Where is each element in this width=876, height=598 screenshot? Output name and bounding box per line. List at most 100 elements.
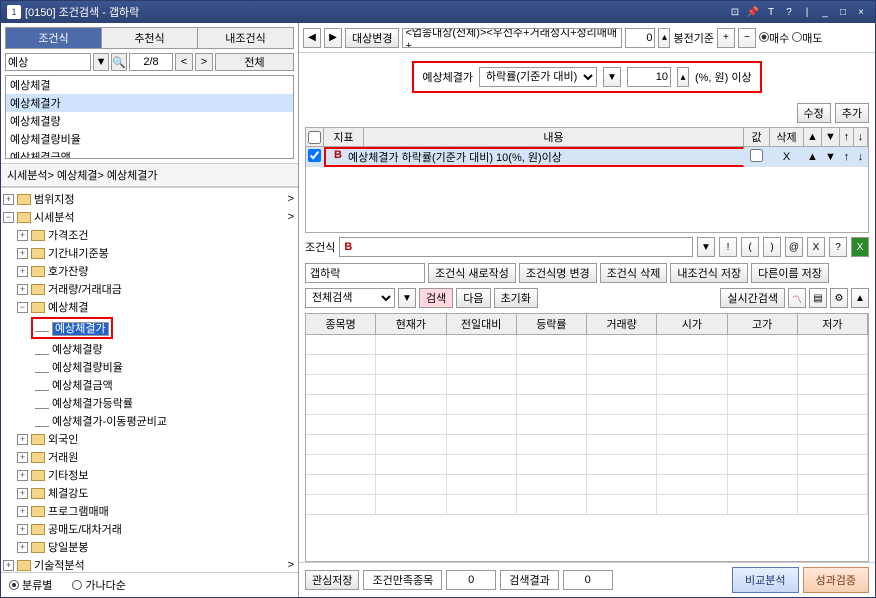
cond-at[interactable]: @ bbox=[785, 237, 803, 257]
list-item[interactable]: 예상체결량비율 bbox=[6, 130, 293, 148]
expand-icon[interactable]: + bbox=[17, 488, 28, 499]
pin-icon[interactable]: ⊡ bbox=[727, 5, 743, 19]
expand-icon[interactable]: + bbox=[17, 434, 28, 445]
row-delete[interactable]: X bbox=[770, 151, 804, 163]
expand-icon[interactable]: + bbox=[17, 452, 28, 463]
expand-icon[interactable]: + bbox=[17, 266, 28, 277]
expand-icon[interactable]: + bbox=[17, 506, 28, 517]
search-dropdown-list[interactable]: 예상체결 예상체결가 예상체결량 예상체결량비율 예상체결금액 예상체결가등락률 bbox=[5, 75, 294, 159]
list-item[interactable]: 예상체결금액 bbox=[6, 148, 293, 159]
tree-node[interactable]: 시세분석 bbox=[34, 209, 74, 225]
pushpin-icon[interactable]: 📌 bbox=[745, 5, 761, 19]
save-button[interactable]: 내조건식 저장 bbox=[670, 263, 748, 283]
condition-name-input[interactable] bbox=[305, 263, 425, 283]
expand-icon[interactable]: + bbox=[3, 194, 14, 205]
minimize-icon[interactable]: _ bbox=[817, 5, 833, 19]
scope-dropdown-icon[interactable]: ▼ bbox=[398, 288, 416, 308]
scope-select[interactable]: 전체검색 bbox=[305, 288, 395, 308]
search-button[interactable]: 검색 bbox=[419, 288, 453, 308]
list-icon[interactable]: ▤ bbox=[809, 288, 827, 308]
radio-buy[interactable]: 매수 bbox=[759, 30, 789, 46]
realtime-button[interactable]: 실시간검색 bbox=[720, 288, 785, 308]
tab-condition[interactable]: 조건식 bbox=[6, 28, 102, 48]
tree-node[interactable]: 가격조건 bbox=[48, 227, 88, 243]
cond-dropdown[interactable]: ▼ bbox=[697, 237, 715, 257]
expand-icon[interactable]: + bbox=[3, 560, 14, 571]
performance-button[interactable]: 성과검증 bbox=[803, 567, 869, 593]
expand-icon[interactable]: ▲ bbox=[851, 288, 869, 308]
down-icon[interactable]: ▼ bbox=[822, 128, 840, 146]
cond-excel-icon[interactable]: X bbox=[851, 237, 869, 257]
up-icon[interactable]: ▲ bbox=[804, 128, 822, 146]
dropdown-icon[interactable]: ▼ bbox=[603, 67, 621, 87]
tree-node[interactable]: 기술적분석 bbox=[34, 557, 85, 572]
tree-node[interactable]: 체결강도 bbox=[48, 485, 88, 501]
cond-x[interactable]: X bbox=[807, 237, 825, 257]
down-arrow-icon[interactable]: ↓ bbox=[854, 128, 868, 146]
saveas-button[interactable]: 다른이름 저장 bbox=[751, 263, 829, 283]
expand-icon[interactable]: + bbox=[17, 470, 28, 481]
up-arrow-icon[interactable]: ↑ bbox=[840, 128, 854, 146]
list-item[interactable]: 예상체결가 bbox=[6, 94, 293, 112]
collapse-icon[interactable]: − bbox=[17, 302, 28, 313]
search-input[interactable] bbox=[5, 53, 91, 71]
compare-button[interactable]: 비교분석 bbox=[732, 567, 798, 593]
init-button[interactable]: 초기화 bbox=[494, 288, 538, 308]
tree-node[interactable]: 당일분봉 bbox=[48, 539, 88, 555]
spin-up-icon[interactable]: ▴ bbox=[658, 28, 670, 48]
edit-button[interactable]: 수정 bbox=[797, 103, 831, 123]
tree-leaf-selected[interactable]: 예상체결가 bbox=[52, 322, 109, 336]
search-next[interactable]: > bbox=[195, 53, 213, 71]
param-value-input[interactable] bbox=[627, 67, 671, 87]
tree-leaf[interactable]: 예상체결가-이동평균비교 bbox=[52, 413, 167, 429]
rename-button[interactable]: 조건식명 변경 bbox=[519, 263, 597, 283]
expand-icon[interactable]: + bbox=[17, 284, 28, 295]
plus-button[interactable]: + bbox=[717, 28, 735, 48]
tree-node[interactable]: 기간내기준봉 bbox=[48, 245, 109, 261]
text-icon[interactable]: T bbox=[763, 5, 779, 19]
cond-help[interactable]: ? bbox=[829, 237, 847, 257]
search-button[interactable]: 🔍 bbox=[111, 53, 127, 71]
tree-leaf[interactable]: 예상체결량비율 bbox=[52, 359, 123, 375]
result-grid[interactable] bbox=[305, 335, 869, 562]
tree-node[interactable]: 공매도/대차거래 bbox=[48, 521, 122, 537]
param-dropdown[interactable]: 하락률(기준가 대비) bbox=[479, 67, 597, 87]
table-row[interactable]: B예상체결가 하락률(기준가 대비) 10(%, 원)이상 X ▲ ▼ ↑ ↓ bbox=[306, 147, 868, 167]
tree-node[interactable]: 거래량/거래대금 bbox=[48, 281, 122, 297]
tab-my[interactable]: 내조건식 bbox=[198, 28, 293, 48]
row-up[interactable]: ▲ bbox=[804, 151, 822, 163]
row-bottom[interactable]: ↓ bbox=[854, 151, 868, 163]
category-tree[interactable]: +범위지정> −시세분석> +가격조건 +기간내기준봉 +호가잔량 +거래량/거… bbox=[1, 187, 298, 572]
next-button[interactable]: 다음 bbox=[456, 288, 490, 308]
cond-not[interactable]: ! bbox=[719, 237, 737, 257]
search-dropdown[interactable]: ▼ bbox=[93, 53, 109, 71]
help-icon[interactable]: ? bbox=[781, 5, 797, 19]
tree-leaf[interactable]: 예상체결가등락률 bbox=[52, 395, 133, 411]
tree-node[interactable]: 프로그램매매 bbox=[48, 503, 109, 519]
arrow-left-icon[interactable]: ◀ bbox=[303, 28, 321, 48]
row-down[interactable]: ▼ bbox=[822, 151, 840, 163]
cond-lparen[interactable]: ( bbox=[741, 237, 759, 257]
expand-icon[interactable]: + bbox=[17, 524, 28, 535]
list-item[interactable]: 예상체결 bbox=[6, 76, 293, 94]
search-prev[interactable]: < bbox=[175, 53, 193, 71]
tree-node[interactable]: 호가잔량 bbox=[48, 263, 88, 279]
save-interest-button[interactable]: 관심저장 bbox=[305, 570, 359, 590]
tab-recommend[interactable]: 추천식 bbox=[102, 28, 198, 48]
tree-node[interactable]: 거래원 bbox=[48, 449, 78, 465]
value-checkbox[interactable] bbox=[750, 149, 763, 162]
tree-node[interactable]: 기타정보 bbox=[48, 467, 88, 483]
maximize-icon[interactable]: □ bbox=[835, 5, 851, 19]
radio-sell[interactable]: 매도 bbox=[792, 30, 822, 46]
expand-icon[interactable]: + bbox=[17, 248, 28, 259]
list-item[interactable]: 예상체결량 bbox=[6, 112, 293, 130]
tree-node[interactable]: 범위지정 bbox=[34, 191, 74, 207]
sort-alpha[interactable]: 가나다순 bbox=[72, 577, 125, 593]
spin-icon[interactable]: ▴ bbox=[677, 67, 689, 87]
close-icon[interactable]: × bbox=[853, 5, 869, 19]
gear-icon[interactable]: ⚙ bbox=[830, 288, 848, 308]
tree-node[interactable]: 예상체결 bbox=[48, 299, 88, 315]
sort-category[interactable]: 분류별 bbox=[9, 577, 52, 593]
chart-icon[interactable]: 〽 bbox=[788, 288, 806, 308]
tree-node[interactable]: 외국인 bbox=[48, 431, 78, 447]
